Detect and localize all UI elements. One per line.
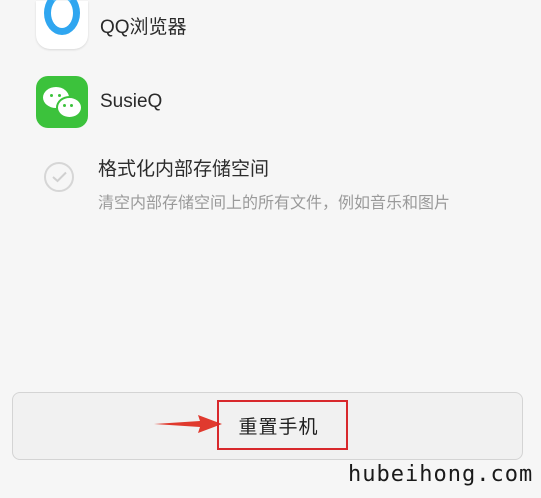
app-label: SusieQ [100,91,163,112]
app-row-wechat: SusieQ [36,75,162,129]
watermark: hubeihong.com [348,462,534,487]
reset-highlight-box[interactable]: 重置手机 [217,400,348,450]
red-arrow-icon [154,415,222,433]
app-row-qq-browser: QQ浏览器 [36,0,187,50]
reset-phone-label: 重置手机 [238,415,319,438]
wechat-icon [36,76,88,128]
format-storage-description: 清空内部存储空间上的所有文件，例如音乐和图片 [98,193,451,212]
app-label: QQ浏览器 [100,16,187,38]
check-circle-icon[interactable] [44,162,74,192]
qq-browser-icon [36,0,88,49]
format-storage-title: 格式化内部存储空间 [98,158,270,180]
